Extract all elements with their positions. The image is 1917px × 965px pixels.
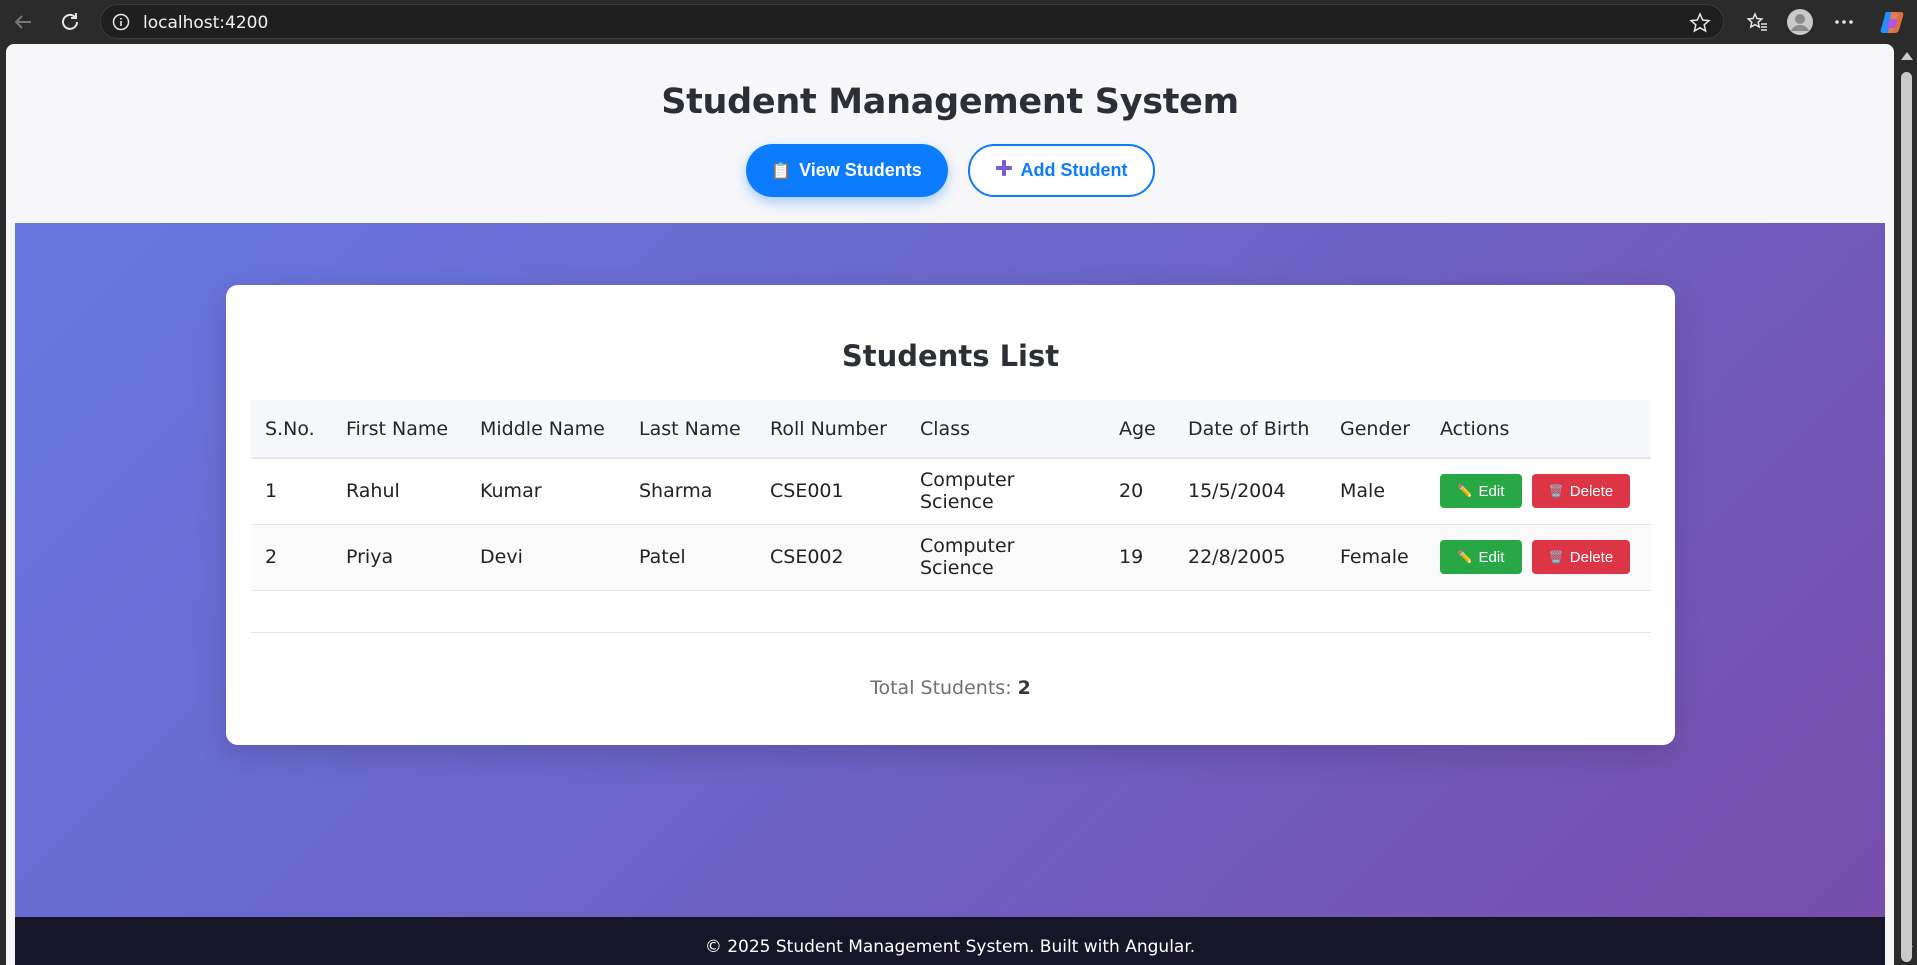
page-scrollbar[interactable] bbox=[1896, 44, 1917, 965]
cell-roll-number: CSE002 bbox=[756, 524, 906, 591]
favorites-icon[interactable] bbox=[1740, 5, 1774, 39]
card-title: Students List bbox=[841, 339, 1060, 373]
cell-last-name: Patel bbox=[625, 524, 756, 591]
page-title: Student Management System bbox=[661, 82, 1239, 122]
students-card: Students List S.No. First Name Middle Na… bbox=[226, 285, 1675, 745]
nav-buttons: 📋 View Students Add Student bbox=[15, 144, 1885, 197]
cell-roll-number: CSE001 bbox=[756, 458, 906, 525]
plus-icon bbox=[995, 159, 1013, 182]
star-icon[interactable] bbox=[1689, 12, 1711, 34]
cell-actions: ✏️ Edit 🗑️ Delete bbox=[1426, 458, 1651, 525]
cell-dob: 22/8/2005 bbox=[1174, 524, 1326, 591]
app-header: Student Management System 📋 View Student… bbox=[15, 44, 1885, 223]
total-students: Total Students: 2 bbox=[226, 677, 1675, 699]
row-actions: ✏️ Edit 🗑️ Delete bbox=[1440, 540, 1637, 574]
cell-gender: Male bbox=[1326, 458, 1426, 525]
page-footer: © 2025 Student Management System. Built … bbox=[15, 917, 1885, 965]
cell-class: Computer Science bbox=[906, 524, 1105, 591]
back-arrow-icon[interactable] bbox=[8, 7, 38, 37]
column-header: First Name bbox=[332, 400, 466, 459]
page-viewport: Student Management System 📋 View Student… bbox=[6, 44, 1894, 965]
profile-icon[interactable] bbox=[1783, 5, 1817, 39]
cell-last-name: Sharma bbox=[625, 458, 756, 525]
cell-age: 20 bbox=[1105, 458, 1174, 525]
scroll-up-arrow-icon[interactable] bbox=[1901, 52, 1913, 60]
students-table: S.No. First Name Middle Name Last Name R… bbox=[251, 400, 1651, 591]
add-student-label: Add Student bbox=[1020, 160, 1128, 180]
column-header: Gender bbox=[1326, 400, 1426, 459]
column-header: S.No. bbox=[251, 400, 332, 459]
column-header: Last Name bbox=[625, 400, 756, 459]
pencil-icon: ✏️ bbox=[1457, 550, 1473, 564]
info-icon[interactable] bbox=[112, 13, 130, 31]
add-student-button[interactable]: Add Student bbox=[967, 144, 1155, 197]
cell-first-name: Priya bbox=[332, 524, 466, 591]
column-header: Roll Number bbox=[756, 400, 906, 459]
address-bar[interactable]: localhost:4200 bbox=[100, 4, 1724, 39]
view-students-label: View Students bbox=[799, 160, 922, 180]
clipboard-icon: 📋 bbox=[771, 162, 792, 180]
table-header-row: S.No. First Name Middle Name Last Name R… bbox=[251, 400, 1651, 459]
column-header: Class bbox=[906, 400, 1105, 459]
delete-label: Delete bbox=[1569, 548, 1614, 566]
delete-button[interactable]: 🗑️ Delete bbox=[1532, 474, 1630, 509]
column-header: Age bbox=[1105, 400, 1174, 459]
table-row: 2 Priya Devi Patel CSE002 Computer Scien… bbox=[251, 524, 1651, 591]
cell-sno: 2 bbox=[251, 524, 332, 591]
content-area: Students List S.No. First Name Middle Na… bbox=[15, 223, 1885, 917]
scroll-thumb[interactable] bbox=[1901, 72, 1912, 962]
column-header: Actions bbox=[1426, 400, 1651, 459]
column-header: Middle Name bbox=[466, 400, 625, 459]
footer-text: © 2025 Student Management System. Built … bbox=[704, 937, 1196, 957]
total-value: 2 bbox=[1017, 677, 1031, 699]
cell-middle-name: Kumar bbox=[466, 458, 625, 525]
copilot-icon[interactable] bbox=[1876, 5, 1910, 39]
more-icon[interactable] bbox=[1827, 5, 1861, 39]
browser-toolbar: localhost:4200 bbox=[0, 0, 1917, 44]
edit-label: Edit bbox=[1478, 482, 1505, 500]
row-actions: ✏️ Edit 🗑️ Delete bbox=[1440, 474, 1637, 509]
edit-label: Edit bbox=[1478, 548, 1505, 566]
column-header: Date of Birth bbox=[1174, 400, 1326, 459]
cell-sno: 1 bbox=[251, 458, 332, 525]
view-students-button[interactable]: 📋 View Students bbox=[745, 144, 948, 197]
delete-button[interactable]: 🗑️ Delete bbox=[1532, 540, 1630, 574]
edit-button[interactable]: ✏️ Edit bbox=[1440, 540, 1522, 574]
reload-icon[interactable] bbox=[55, 7, 85, 37]
cell-actions: ✏️ Edit 🗑️ Delete bbox=[1426, 524, 1651, 591]
cell-gender: Female bbox=[1326, 524, 1426, 591]
cell-first-name: Rahul bbox=[332, 458, 466, 525]
total-label: Total Students: bbox=[870, 677, 1012, 699]
cell-dob: 15/5/2004 bbox=[1174, 458, 1326, 525]
trash-icon: 🗑️ bbox=[1548, 550, 1564, 564]
cell-class: Computer Science bbox=[906, 458, 1105, 525]
scroll-down-arrow-icon[interactable] bbox=[1901, 946, 1913, 954]
trash-icon: 🗑️ bbox=[1548, 484, 1564, 499]
url-text[interactable]: localhost:4200 bbox=[143, 13, 268, 33]
cell-age: 19 bbox=[1105, 524, 1174, 591]
cell-middle-name: Devi bbox=[466, 524, 625, 591]
table-row: 1 Rahul Kumar Sharma CSE001 Computer Sci… bbox=[251, 458, 1651, 525]
divider bbox=[251, 632, 1651, 633]
edit-button[interactable]: ✏️ Edit bbox=[1440, 474, 1522, 509]
delete-label: Delete bbox=[1569, 482, 1614, 500]
pencil-icon: ✏️ bbox=[1457, 484, 1473, 499]
